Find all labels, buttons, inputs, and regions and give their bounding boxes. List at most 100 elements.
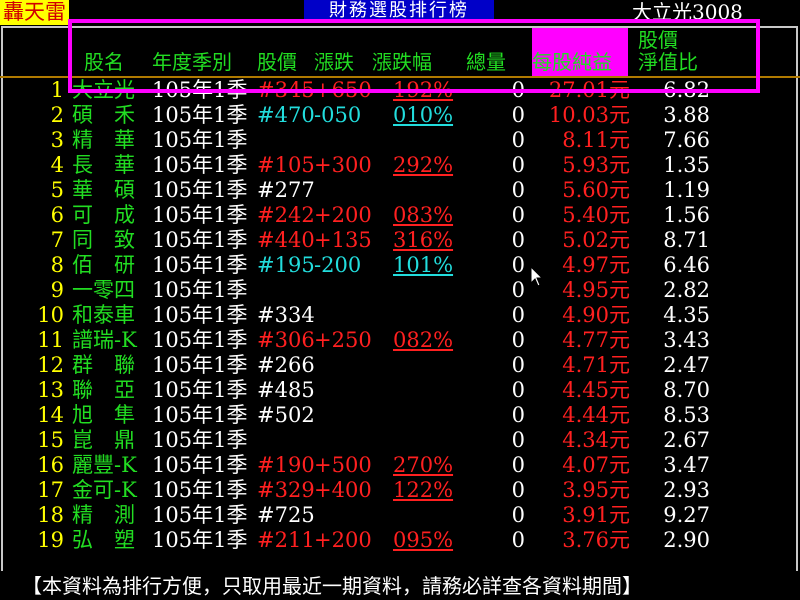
volume-cell: 0: [511, 378, 525, 402]
change-pct-cell: 082%: [393, 328, 454, 352]
column-header-price[interactable]: 股價: [257, 50, 297, 74]
stock-name-cell: 華 碩: [72, 178, 135, 202]
column-header-change[interactable]: 漲跌: [314, 50, 354, 74]
volume-cell: 0: [511, 153, 525, 177]
stock-name-cell: 旭 隼: [72, 403, 135, 427]
eps-cell: 8.11元: [562, 128, 630, 152]
rank-cell: 15: [37, 428, 64, 452]
stock-name-cell: 長 華: [72, 153, 135, 177]
volume-cell: 0: [511, 253, 525, 277]
table-row[interactable]: 16 麗豐-K 105年1季 #190 +500 270% 0 4.07元 3.47: [0, 453, 800, 478]
stock-name-cell: 群 聯: [72, 353, 135, 377]
rank-cell: 6: [50, 203, 64, 227]
stock-name-cell: 譜瑞-K: [72, 328, 137, 352]
period-cell: 105年1季: [152, 278, 248, 302]
eps-cell: 5.60元: [562, 178, 630, 202]
pb-ratio-cell: 8.53: [663, 403, 710, 427]
price-cell: #105: [257, 153, 315, 177]
period-cell: 105年1季: [152, 478, 248, 502]
rank-cell: 7: [50, 228, 64, 252]
change-cell: +300: [314, 153, 372, 177]
change-cell: +400: [314, 478, 372, 502]
eps-cell: 4.90元: [562, 303, 630, 327]
change-pct-cell: 101%: [393, 253, 454, 277]
pb-ratio-cell: 3.43: [663, 328, 710, 352]
table-row[interactable]: 17 金可-K 105年1季 #329 +400 122% 0 3.95元 2.93: [0, 478, 800, 503]
volume-cell: 0: [511, 403, 525, 427]
volume-cell: 0: [511, 453, 525, 477]
eps-cell: 4.07元: [562, 453, 630, 477]
period-cell: 105年1季: [152, 253, 248, 277]
stock-name-cell: 大立光: [72, 78, 135, 102]
pb-ratio-cell: 2.90: [663, 528, 710, 552]
pb-ratio-cell: 9.27: [663, 503, 710, 527]
table-row[interactable]: 6 可 成 105年1季 #242 +200 083% 0 5.40元 1.56: [0, 203, 800, 228]
period-cell: 105年1季: [152, 178, 248, 202]
volume-cell: 0: [511, 428, 525, 452]
rank-cell: 19: [37, 528, 64, 552]
table-row[interactable]: 7 同 致 105年1季 #440 +135 316% 0 5.02元 8.71: [0, 228, 800, 253]
change-pct-cell: 010%: [393, 103, 454, 127]
table-row[interactable]: 11 譜瑞-K 105年1季 #306 +250 082% 0 4.77元 3.43: [0, 328, 800, 353]
table-row[interactable]: 12 群 聯 105年1季 #266 0 4.71元 2.47: [0, 353, 800, 378]
table-row[interactable]: 2 碩 禾 105年1季 #470 -050 010% 0 10.03元 3.88: [0, 103, 800, 128]
table-row[interactable]: 9 一零四 105年1季 0 4.95元 2.82: [0, 278, 800, 303]
column-header-pb-line2[interactable]: 淨值比: [638, 50, 698, 74]
eps-cell: 3.91元: [562, 503, 630, 527]
column-header-pb-line1[interactable]: 股價: [638, 28, 678, 52]
stock-name-cell: 麗豐-K: [72, 453, 137, 477]
volume-cell: 0: [511, 528, 525, 552]
stock-name-cell: 佰 研: [72, 253, 135, 277]
table-row[interactable]: 18 精 測 105年1季 #725 0 3.91元 9.27: [0, 503, 800, 528]
change-pct-cell: 192%: [393, 78, 454, 102]
column-header-change-pct[interactable]: 漲跌幅: [372, 50, 432, 74]
column-header-period[interactable]: 年度季別: [152, 50, 232, 74]
pb-ratio-cell: 8.70: [663, 378, 710, 402]
period-cell: 105年1季: [152, 303, 248, 327]
period-cell: 105年1季: [152, 503, 248, 527]
change-cell: -050: [314, 103, 362, 127]
stock-name-cell: 弘 塑: [72, 528, 135, 552]
table-row[interactable]: 19 弘 塑 105年1季 #211 +200 095% 0 3.76元 2.90: [0, 528, 800, 553]
table-row[interactable]: 1 大立光 105年1季 #345 +650 192% 0 27.01元 6.82: [0, 78, 800, 103]
volume-cell: 0: [511, 178, 525, 202]
stock-name-cell: 碩 禾: [72, 103, 135, 127]
change-pct-cell: 083%: [393, 203, 454, 227]
eps-cell: 5.40元: [562, 203, 630, 227]
table-row[interactable]: 4 長 華 105年1季 #105 +300 292% 0 5.93元 1.35: [0, 153, 800, 178]
change-cell: -200: [314, 253, 362, 277]
table-row[interactable]: 3 精 華 105年1季 0 8.11元 7.66: [0, 128, 800, 153]
period-cell: 105年1季: [152, 353, 248, 377]
stock-name-cell: 可 成: [72, 203, 135, 227]
rank-cell: 10: [37, 303, 64, 327]
table-row[interactable]: 13 聯 亞 105年1季 #485 0 4.45元 8.70: [0, 378, 800, 403]
table-row[interactable]: 5 華 碩 105年1季 #277 0 5.60元 1.19: [0, 178, 800, 203]
eps-cell: 3.76元: [562, 528, 630, 552]
stock-name-cell: 精 華: [72, 128, 135, 152]
column-header-volume[interactable]: 總量: [466, 50, 506, 74]
change-pct-cell: 292%: [393, 153, 454, 177]
price-cell: #502: [257, 403, 315, 427]
footer-notice: 【本資料為排行方便，只取用最近一期資料，請務必詳查各資料期間】: [22, 574, 642, 598]
rank-cell: 18: [37, 503, 64, 527]
change-cell: +200: [314, 203, 372, 227]
stock-name-cell: 精 測: [72, 503, 135, 527]
eps-cell: 4.97元: [562, 253, 630, 277]
table-row[interactable]: 8 佰 研 105年1季 #195 -200 101% 0 4.97元 6.46: [0, 253, 800, 278]
eps-cell: 4.44元: [562, 403, 630, 427]
volume-cell: 0: [511, 303, 525, 327]
eps-cell: 27.01元: [548, 78, 630, 102]
table-row[interactable]: 10 和泰車 105年1季 #334 0 4.90元 4.35: [0, 303, 800, 328]
table-row[interactable]: 14 旭 隼 105年1季 #502 0 4.44元 8.53: [0, 403, 800, 428]
price-cell: #440: [257, 228, 315, 252]
table-row[interactable]: 15 崑 鼎 105年1季 0 4.34元 2.67: [0, 428, 800, 453]
pb-ratio-cell: 1.35: [663, 153, 710, 177]
pb-ratio-cell: 7.66: [663, 128, 710, 152]
volume-cell: 0: [511, 228, 525, 252]
eps-cell: 4.45元: [562, 378, 630, 402]
change-pct-cell: 316%: [393, 228, 454, 252]
pb-ratio-cell: 6.82: [663, 78, 710, 102]
column-header-eps[interactable]: 每股純益: [532, 50, 612, 74]
column-header-name[interactable]: 股名: [84, 50, 124, 74]
volume-cell: 0: [511, 328, 525, 352]
